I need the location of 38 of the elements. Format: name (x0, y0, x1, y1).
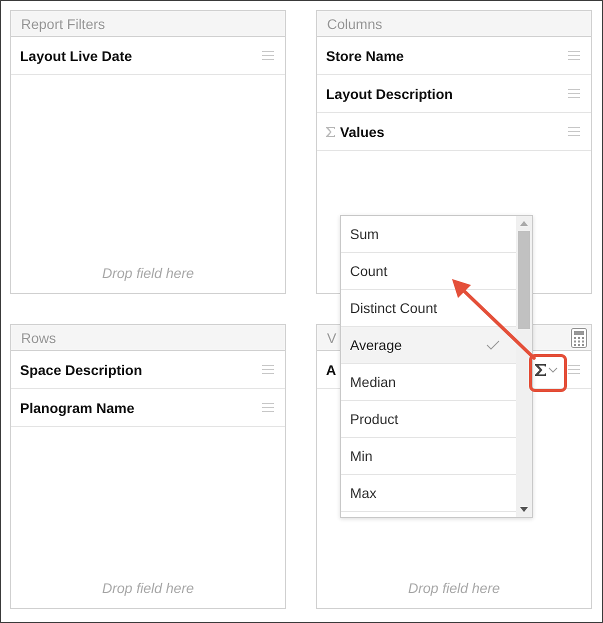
drag-handle-icon[interactable] (568, 365, 580, 374)
field-label: A (326, 362, 336, 378)
drag-handle-icon[interactable] (568, 127, 580, 136)
field-item[interactable]: Layout Live Date (11, 37, 285, 75)
field-label: Planogram Name (20, 400, 134, 416)
field-label: Values (340, 124, 384, 140)
field-item[interactable]: Planogram Name (11, 389, 285, 427)
drag-handle-icon[interactable] (262, 403, 274, 412)
sigma-icon (326, 126, 335, 136)
scrollbar[interactable] (516, 216, 532, 517)
field-item[interactable]: Layout Description (317, 75, 591, 113)
panel-title: Rows (21, 330, 56, 346)
field-label: Layout Description (326, 86, 453, 102)
scroll-down-icon[interactable] (520, 507, 528, 512)
field-label: Layout Live Date (20, 48, 132, 64)
field-item[interactable]: Store Name (317, 37, 591, 75)
field-item[interactable]: Space Description (11, 351, 285, 389)
highlight-frame (529, 354, 567, 392)
drop-zone-hint: Drop field here (101, 580, 195, 598)
drag-handle-icon[interactable] (568, 51, 580, 60)
drag-handle-icon[interactable] (262, 365, 274, 374)
check-icon (486, 340, 500, 350)
sigma-caret-icon (534, 362, 558, 376)
panel-title: Columns (327, 16, 382, 32)
scroll-up-icon[interactable] (520, 221, 528, 226)
aggregation-dropdown[interactable] (534, 362, 558, 376)
panel-title: V (327, 330, 336, 346)
drop-zone-hint: Drop field here (407, 580, 501, 598)
calculator-icon[interactable] (571, 328, 587, 348)
panel-title: Report Filters (21, 16, 106, 32)
field-item[interactable]: Values (317, 113, 591, 151)
field-label: Space Description (20, 362, 142, 378)
menu-item[interactable]: Average (341, 327, 516, 364)
field-label: Store Name (326, 48, 404, 64)
scroll-thumb[interactable] (518, 231, 530, 329)
drop-zone-hint: Drop field here (101, 265, 195, 283)
drag-handle-icon[interactable] (568, 89, 580, 98)
drag-handle-icon[interactable] (262, 51, 274, 60)
